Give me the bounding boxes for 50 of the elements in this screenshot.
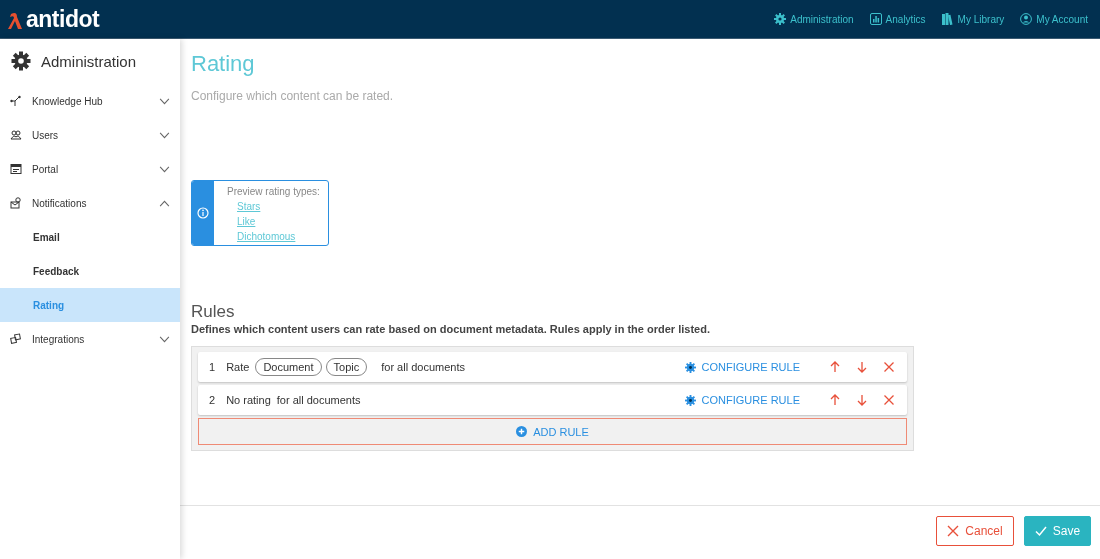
bar-chart-icon bbox=[869, 13, 882, 25]
network-icon bbox=[10, 95, 22, 107]
envelope-icon bbox=[10, 197, 22, 209]
arrow-up-button[interactable] bbox=[829, 394, 841, 406]
settings-icon bbox=[684, 361, 696, 373]
configure-rule-button[interactable]: CONFIGURE RULE bbox=[684, 361, 800, 373]
checkmark-icon bbox=[1034, 525, 1047, 537]
sidebar-item[interactable]: Users bbox=[0, 118, 180, 152]
rule-action: Rate bbox=[226, 361, 250, 373]
sidebar-subitem[interactable]: Feedback bbox=[0, 254, 180, 288]
sidebar-item[interactable]: Portal bbox=[0, 152, 180, 186]
page-subtitle: Configure which content can be rated. bbox=[191, 89, 395, 103]
gear-icon bbox=[11, 51, 31, 71]
rule-action: No rating bbox=[226, 394, 271, 406]
cancel-button[interactable]: Cancel bbox=[936, 516, 1014, 546]
close-button[interactable] bbox=[883, 361, 895, 373]
rule-scope: for all documents bbox=[276, 394, 361, 406]
sidebar-item[interactable]: Integrations bbox=[0, 322, 180, 356]
info-icon bbox=[197, 207, 209, 219]
rule-number: 2 bbox=[209, 394, 216, 406]
sidebar-item[interactable]: Notifications bbox=[0, 186, 180, 220]
nav-link[interactable]: My Account bbox=[1020, 13, 1088, 25]
arrow-down-button[interactable] bbox=[856, 394, 868, 406]
settings-icon bbox=[774, 13, 787, 25]
arrow-up-button[interactable] bbox=[829, 361, 841, 373]
configure-rule-button[interactable]: CONFIGURE RULE bbox=[684, 394, 800, 406]
rule-scope: for all documents bbox=[381, 361, 465, 373]
window-icon bbox=[10, 163, 22, 175]
section-title: Rules bbox=[191, 302, 236, 322]
nav-link[interactable]: My Library bbox=[941, 13, 1005, 25]
nav-link[interactable]: Administration bbox=[774, 13, 854, 25]
close-button[interactable] bbox=[883, 394, 895, 406]
plus-circle-icon bbox=[516, 426, 528, 437]
books-icon bbox=[941, 13, 954, 25]
rule-number: 1 bbox=[209, 361, 216, 373]
users-icon bbox=[10, 129, 22, 141]
settings-icon bbox=[684, 394, 696, 406]
info-heading: Preview rating types: bbox=[227, 185, 320, 199]
arrow-down-button[interactable] bbox=[856, 361, 868, 373]
sidebar-subitem[interactable]: Email bbox=[0, 220, 180, 254]
nav-link[interactable]: Analytics bbox=[869, 13, 926, 25]
close-icon bbox=[947, 525, 960, 537]
link-icon bbox=[10, 333, 22, 345]
logo-text: antidot bbox=[26, 7, 100, 31]
page-title: Rating bbox=[191, 51, 256, 77]
sidebar-item[interactable]: Knowledge Hub bbox=[0, 84, 180, 118]
logo-icon bbox=[8, 11, 24, 31]
user-icon bbox=[1020, 13, 1033, 25]
sidebar-title: Administration bbox=[41, 52, 137, 70]
section-description: Defines which content users can rate based on document metadata. Rules apply in the order listed. bbox=[191, 323, 711, 335]
